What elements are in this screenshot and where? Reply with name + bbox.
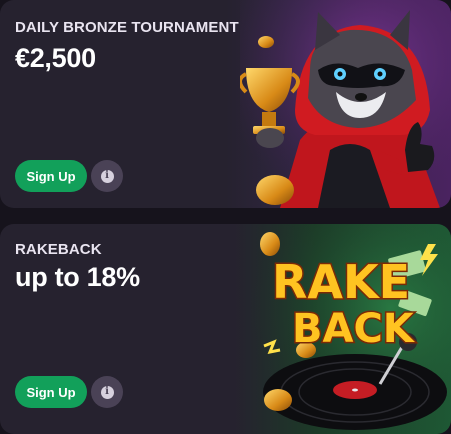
tournament-title: DAILY BRONZE TOURNAMENT — [15, 19, 239, 36]
rakeback-art-top-text: RAKE — [272, 255, 410, 309]
rakeback-art-bottom-text: BACK — [292, 306, 416, 352]
tournament-prize: €2,500 — [15, 43, 96, 73]
rakeback-signup-button[interactable]: Sign Up — [15, 376, 87, 408]
tournament-card[interactable]: DAILY BRONZE TOURNAMENT €2,500 Sign Up i — [0, 0, 451, 208]
rakeback-vinyl-illustration: RAKE BACK — [250, 224, 451, 434]
rakeback-info-button[interactable]: i — [91, 376, 123, 408]
raccoon-trophy-illustration — [240, 0, 451, 208]
tournament-signup-button[interactable]: Sign Up — [15, 160, 87, 192]
rakeback-card[interactable]: RAKEBACK up to 18% Sign Up i RAKE BACK — [0, 224, 451, 434]
info-icon: i — [100, 385, 114, 399]
info-icon: i — [100, 169, 114, 183]
rakeback-amount: up to 18% — [15, 262, 140, 292]
rakeback-title: RAKEBACK — [15, 241, 102, 258]
tournament-info-button[interactable]: i — [91, 160, 123, 192]
